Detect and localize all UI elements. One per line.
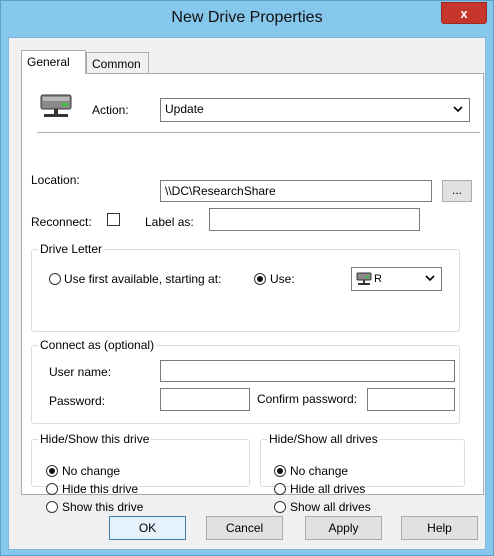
this-no-change-label: No change <box>62 464 121 478</box>
password-label: Password: <box>49 394 106 408</box>
all-no-change-label: No change <box>290 464 349 478</box>
action-label: Action: <box>92 103 129 117</box>
drive-letter-value: R <box>374 272 382 285</box>
this-no-change-radio[interactable] <box>46 465 58 477</box>
chevron-down-icon <box>425 272 435 286</box>
confirm-password-input[interactable] <box>367 388 455 411</box>
use-letter-label: Use: <box>270 272 295 286</box>
label-as-input[interactable] <box>209 208 420 231</box>
network-drive-icon <box>356 272 372 286</box>
username-label: User name: <box>49 365 112 379</box>
all-no-change-radio[interactable] <box>274 465 286 477</box>
reconnect-label: Reconnect: <box>31 215 92 229</box>
password-input[interactable] <box>160 388 250 411</box>
use-first-available-label: Use first available, starting at: <box>64 272 222 286</box>
drive-letter-select[interactable]: R <box>351 267 442 291</box>
use-first-available-radio[interactable] <box>49 273 61 285</box>
close-button[interactable]: x <box>441 2 487 24</box>
cancel-button[interactable]: Cancel <box>206 516 283 540</box>
hide-all-drives-radio[interactable] <box>274 483 286 495</box>
dialog-title: New Drive Properties <box>171 9 323 26</box>
tab-common[interactable]: Common <box>86 52 149 73</box>
show-this-drive-label: Show this drive <box>62 500 144 514</box>
hide-this-drive-radio[interactable] <box>46 483 58 495</box>
separator <box>37 132 480 133</box>
hide-all-drives-label: Hide all drives <box>290 482 366 496</box>
help-button[interactable]: Help <box>401 516 478 540</box>
drive-letter-legend: Drive Letter <box>40 242 103 256</box>
hide-this-drive-label: Hide this drive <box>62 482 139 496</box>
hide-show-this-drive-legend: Hide/Show this drive <box>40 432 150 446</box>
connect-as-legend: Connect as (optional) <box>40 338 155 352</box>
network-drive-icon <box>38 93 74 121</box>
reconnect-checkbox[interactable] <box>107 213 120 226</box>
location-input[interactable]: \\DC\ResearchShare <box>160 180 432 202</box>
hide-show-all-drives-group: Hide/Show all drives <box>260 432 465 487</box>
hide-show-this-drive-group: Hide/Show this drive <box>31 432 250 487</box>
username-input[interactable] <box>160 360 455 382</box>
hide-show-all-drives-legend: Hide/Show all drives <box>269 432 378 446</box>
show-all-drives-radio[interactable] <box>274 501 286 513</box>
use-letter-radio[interactable] <box>254 273 266 285</box>
action-select-value: Update <box>165 102 204 116</box>
ok-button[interactable]: OK <box>109 516 186 540</box>
title-bar[interactable]: New Drive Properties x <box>1 1 493 37</box>
confirm-password-label: Confirm password: <box>257 392 358 406</box>
chevron-down-icon <box>453 103 463 117</box>
dialog-body: General Common Action: Update Location: … <box>8 37 486 550</box>
show-this-drive-radio[interactable] <box>46 501 58 513</box>
label-as-label: Label as: <box>145 215 194 229</box>
show-all-drives-label: Show all drives <box>290 500 371 514</box>
location-label: Location: <box>31 173 80 187</box>
action-select[interactable]: Update <box>160 98 470 122</box>
browse-button[interactable]: ... <box>442 180 472 202</box>
tab-general[interactable]: General <box>21 50 86 74</box>
apply-button[interactable]: Apply <box>305 516 382 540</box>
dialog-window: New Drive Properties x General Common Ac… <box>0 0 494 556</box>
general-tab-panel: Action: Update Location: \\DC\ResearchSh… <box>21 73 484 514</box>
